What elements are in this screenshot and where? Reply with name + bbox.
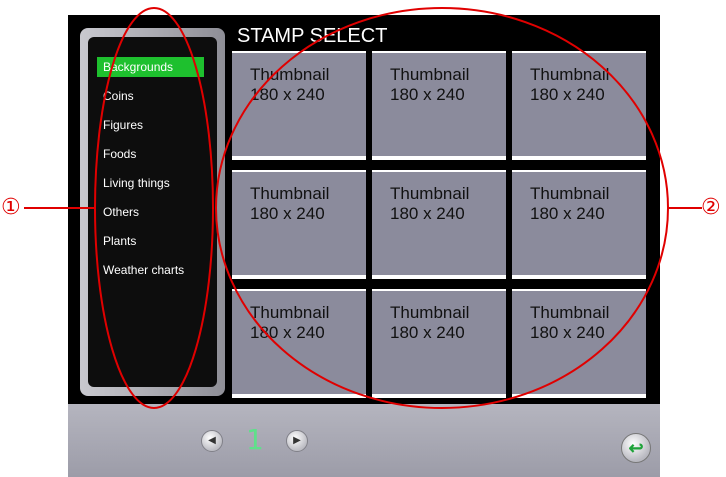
annotation-ellipse-thumbnails — [215, 7, 669, 409]
annotation-marker-2: ② — [701, 195, 721, 220]
annotation-overlay — [24, 7, 702, 409]
annotation-ellipse-sidebar — [94, 7, 214, 409]
annotation-marker-1: ① — [1, 195, 21, 220]
